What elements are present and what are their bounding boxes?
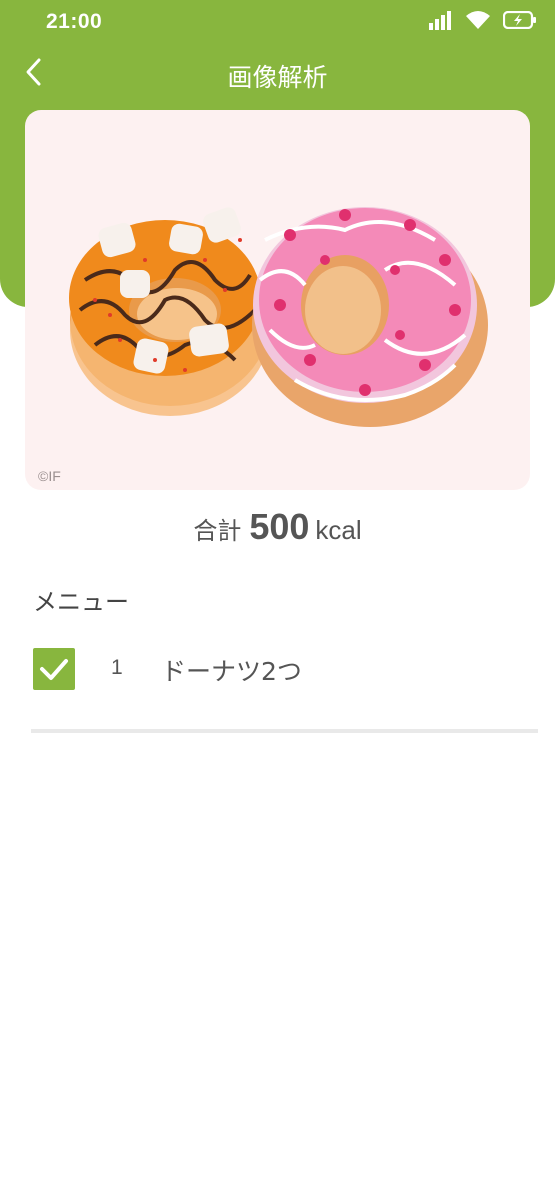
wifi-icon [465,10,491,34]
photo-credit: ©IF [38,468,61,484]
orange-donut [69,207,270,416]
total-calories: 合計 500 kcal [0,506,555,548]
item-checkbox[interactable] [33,648,75,690]
signal-icon [429,10,453,34]
total-value: 500 [249,506,310,547]
status-time: 21:00 [46,10,103,33]
page-title: 画像解析 [227,63,328,92]
donut-illustration [69,207,488,427]
list-item: 1 ドーナツ2つ [33,648,538,692]
item-name: ドーナツ2つ [161,657,302,686]
pink-donut [252,207,488,427]
status-bar: 21:00 [0,0,555,46]
nav-bar: 画像解析 [0,46,555,104]
divider [31,729,538,733]
battery-charging-icon [502,10,537,33]
checkmark-icon [33,659,75,694]
analyzed-photo: ©IF [25,110,530,490]
status-icons [429,10,537,34]
total-label: 合計 [193,517,242,545]
item-number: 1 [111,656,123,679]
total-unit: kcal [315,515,362,545]
menu-heading: メニュー [33,588,129,616]
